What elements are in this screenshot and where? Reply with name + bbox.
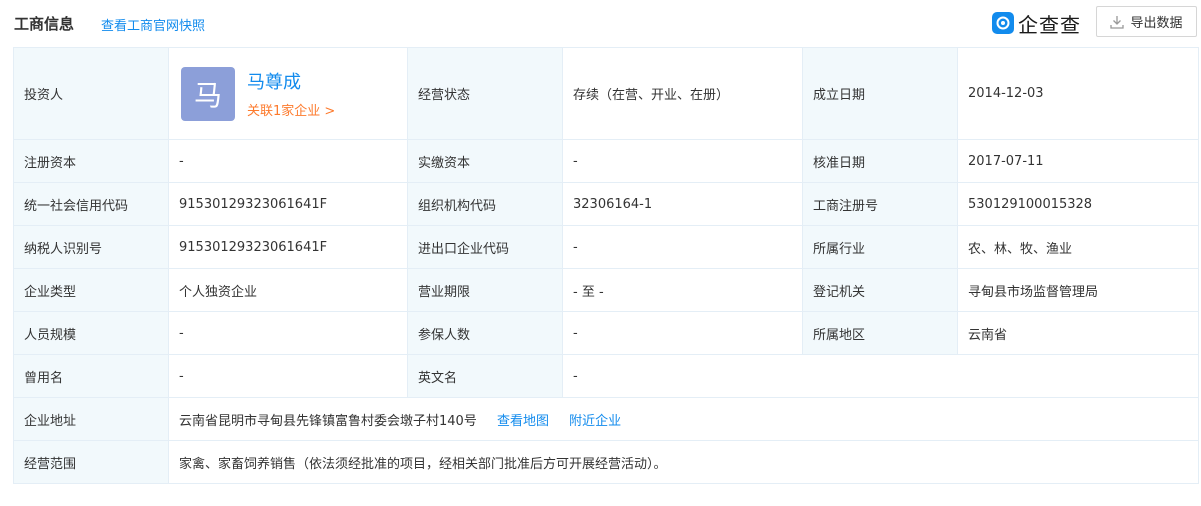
related-companies-link[interactable]: 关联1家企业 > <box>247 100 335 119</box>
label-staff-size: 人员规模 <box>13 311 169 355</box>
download-icon <box>1110 15 1125 29</box>
label-business-term: 营业期限 <box>407 268 563 312</box>
value-reg-capital: - <box>168 139 408 183</box>
value-import-export-code: - <box>562 225 803 269</box>
table-row: 企业地址 云南省昆明市寻甸县先锋镇富鲁村委会墩子村140号 查看地图 附近企业 <box>13 397 1199 441</box>
table-row: 统一社会信用代码 91530129323061641F 组织机构代码 32306… <box>13 182 1199 226</box>
value-english-name: - <box>562 354 1199 398</box>
table-row: 曾用名 - 英文名 - <box>13 354 1199 398</box>
address-cell: 云南省昆明市寻甸县先锋镇富鲁村委会墩子村140号 查看地图 附近企业 <box>168 397 1199 441</box>
value-company-type: 个人独资企业 <box>168 268 408 312</box>
label-address: 企业地址 <box>13 397 169 441</box>
label-paid-capital: 实缴资本 <box>407 139 563 183</box>
label-import-export-code: 进出口企业代码 <box>407 225 563 269</box>
value-region: 云南省 <box>957 311 1199 355</box>
label-english-name: 英文名 <box>407 354 563 398</box>
label-insured-count: 参保人数 <box>407 311 563 355</box>
value-status: 存续（在营、开业、在册） <box>562 47 803 140</box>
label-investor: 投资人 <box>13 47 169 140</box>
label-reg-capital: 注册资本 <box>13 139 169 183</box>
value-taxpayer-id: 91530129323061641F <box>168 225 408 269</box>
section-title: 工商信息 <box>14 15 75 33</box>
business-info-table: 投资人 马 马尊成 关联1家企业 > 经营状态 存续（在营、开业、在册） 成立日… <box>13 47 1199 484</box>
value-org-code: 32306164-1 <box>562 182 803 226</box>
label-former-name: 曾用名 <box>13 354 169 398</box>
value-approval-date: 2017-07-11 <box>957 139 1199 183</box>
label-business-scope: 经营范围 <box>13 440 169 484</box>
avatar[interactable]: 马 <box>181 66 235 121</box>
section-header: 工商信息 查看工商官网快照 企查查 导出数据 <box>0 0 1201 47</box>
official-snapshot-link[interactable]: 查看工商官网快照 <box>101 15 205 34</box>
view-map-link[interactable]: 查看地图 <box>497 414 549 429</box>
table-row: 投资人 马 马尊成 关联1家企业 > 经营状态 存续（在营、开业、在册） 成立日… <box>13 47 1199 140</box>
value-staff-size: - <box>168 311 408 355</box>
label-registration-authority: 登记机关 <box>802 268 958 312</box>
value-found-date: 2014-12-03 <box>957 47 1199 140</box>
brand-name: 企查查 <box>1018 12 1081 37</box>
label-reg-number: 工商注册号 <box>802 182 958 226</box>
investor-cell: 马 马尊成 关联1家企业 > <box>168 47 408 140</box>
label-found-date: 成立日期 <box>802 47 958 140</box>
value-industry: 农、林、牧、渔业 <box>957 225 1199 269</box>
value-business-scope: 家禽、家畜饲养销售（依法须经批准的项目，经相关部门批准后方可开展经营活动）。 <box>168 440 1199 484</box>
investor-name-link[interactable]: 马尊成 <box>247 68 335 94</box>
label-company-type: 企业类型 <box>13 268 169 312</box>
export-data-button[interactable]: 导出数据 <box>1096 6 1197 37</box>
value-paid-capital: - <box>562 139 803 183</box>
label-industry: 所属行业 <box>802 225 958 269</box>
label-approval-date: 核准日期 <box>802 139 958 183</box>
table-row: 经营范围 家禽、家畜饲养销售（依法须经批准的项目，经相关部门批准后方可开展经营活… <box>13 440 1199 484</box>
value-former-name: - <box>168 354 408 398</box>
value-registration-authority: 寻甸县市场监督管理局 <box>957 268 1199 312</box>
value-address: 云南省昆明市寻甸县先锋镇富鲁村委会墩子村140号 <box>179 413 477 429</box>
table-row: 注册资本 - 实缴资本 - 核准日期 2017-07-11 <box>13 139 1199 183</box>
label-org-code: 组织机构代码 <box>407 182 563 226</box>
brand-logo: 企查查 <box>992 9 1081 37</box>
label-status: 经营状态 <box>407 47 563 140</box>
qichacha-logo-icon <box>992 12 1014 34</box>
export-label: 导出数据 <box>1130 16 1183 31</box>
table-row: 纳税人识别号 91530129323061641F 进出口企业代码 - 所属行业… <box>13 225 1199 269</box>
table-row: 企业类型 个人独资企业 营业期限 - 至 - 登记机关 寻甸县市场监督管理局 <box>13 268 1199 312</box>
label-credit-code: 统一社会信用代码 <box>13 182 169 226</box>
table-row: 人员规模 - 参保人数 - 所属地区 云南省 <box>13 311 1199 355</box>
label-taxpayer-id: 纳税人识别号 <box>13 225 169 269</box>
value-credit-code: 91530129323061641F <box>168 182 408 226</box>
value-reg-number: 530129100015328 <box>957 182 1199 226</box>
label-region: 所属地区 <box>802 311 958 355</box>
nearby-companies-link[interactable]: 附近企业 <box>569 414 621 429</box>
value-insured-count: - <box>562 311 803 355</box>
value-business-term: - 至 - <box>562 268 803 312</box>
